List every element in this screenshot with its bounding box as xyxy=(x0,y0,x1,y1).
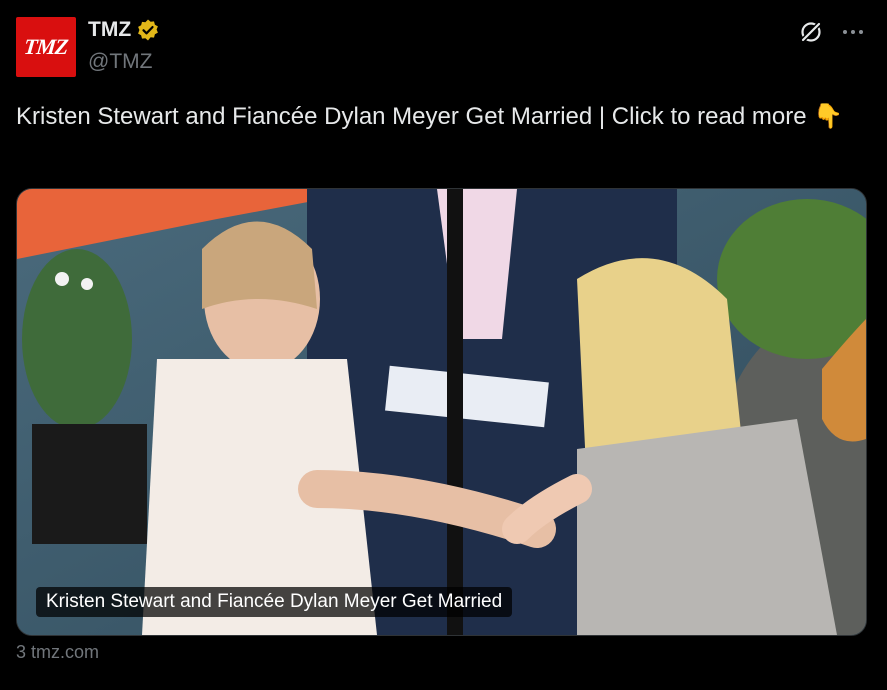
grok-icon[interactable] xyxy=(797,18,825,46)
card-source-domain[interactable]: 3 tmz.com xyxy=(16,642,99,663)
link-card[interactable]: Kristen Stewart and Fiancée Dylan Meyer … xyxy=(16,188,867,636)
author-name-row: TMZ xyxy=(88,18,160,42)
verified-badge-icon xyxy=(138,19,159,41)
tweet-text: Kristen Stewart and Fiancée Dylan Meyer … xyxy=(16,103,844,130)
author-avatar[interactable]: TMZ xyxy=(16,17,76,77)
tweet-top-actions xyxy=(797,18,867,46)
author-handle[interactable]: @TMZ xyxy=(88,50,152,74)
avatar-logo-text: TMZ xyxy=(23,34,70,59)
card-photo xyxy=(17,189,866,635)
author-display-name[interactable]: TMZ xyxy=(88,18,131,42)
card-caption: Kristen Stewart and Fiancée Dylan Meyer … xyxy=(36,587,513,617)
more-icon[interactable] xyxy=(839,18,867,46)
